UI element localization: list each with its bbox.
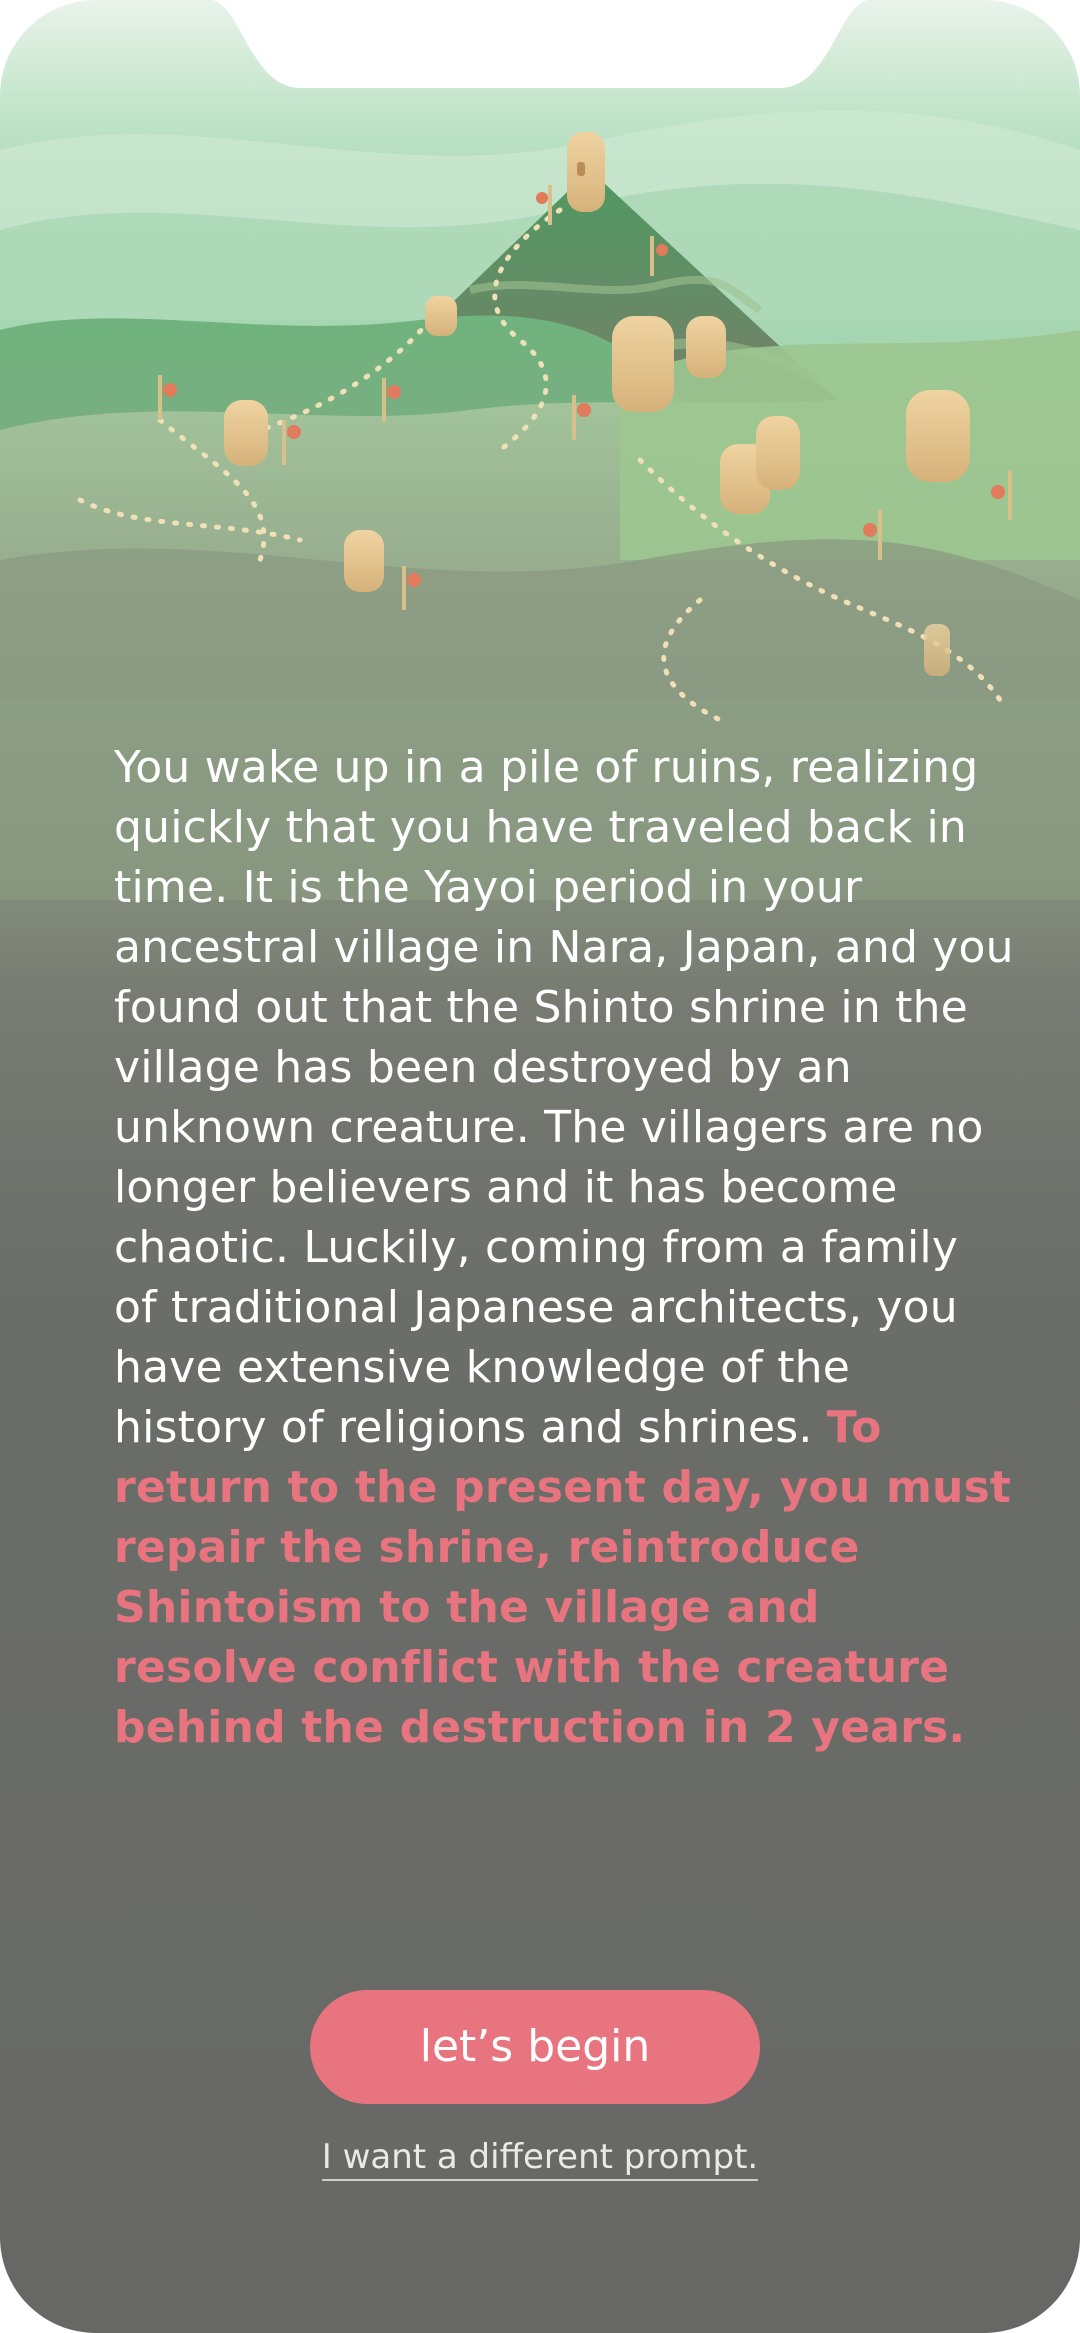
story-goal: To return to the present day, you must r… [114, 1402, 1012, 1753]
different-prompt-row: I want a different prompt. [200, 2134, 880, 2181]
story-text: You wake up in a pile of ruins, realizin… [114, 738, 1014, 1758]
lets-begin-button[interactable]: let’s begin [310, 1990, 760, 2104]
story-body: You wake up in a pile of ruins, realizin… [114, 742, 1014, 1453]
app-screen: You wake up in a pile of ruins, realizin… [0, 0, 1080, 2333]
screen-notch [210, 0, 870, 88]
different-prompt-link[interactable]: I want a different prompt. [321, 2137, 759, 2181]
